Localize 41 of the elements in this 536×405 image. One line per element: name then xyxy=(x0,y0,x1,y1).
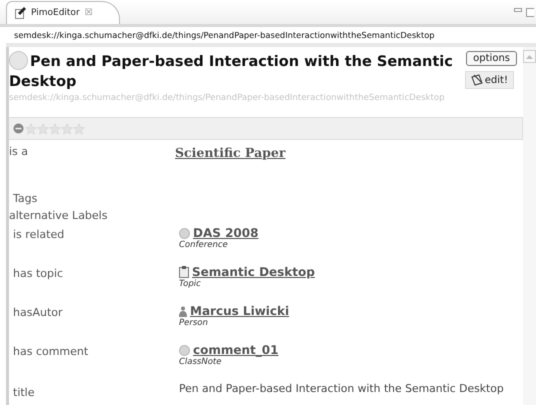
resource-type: Topic xyxy=(179,279,202,289)
pen-icon xyxy=(15,7,26,19)
close-icon[interactable]: ☒ xyxy=(84,8,93,18)
resource-uri: semdesk://kinga.schumacher@dfki.de/things/PenandPaper-basedInteractionwiththeSemanticDesktop xyxy=(9,93,446,103)
options-button[interactable]: options xyxy=(466,51,517,66)
property-label: Tags xyxy=(13,192,38,205)
note-icon xyxy=(179,266,189,278)
edit-button[interactable]: edit! xyxy=(464,71,514,89)
property-label: is a xyxy=(9,145,30,158)
property-label: hasAutor xyxy=(12,305,64,319)
resource-link[interactable]: DAS 2008 xyxy=(193,226,258,240)
star-icon[interactable] xyxy=(61,122,73,134)
star-icon[interactable] xyxy=(73,122,85,134)
resource-link[interactable]: Marcus Liwicki xyxy=(190,304,290,318)
editor-tab[interactable]: PimoEditor ☒ xyxy=(6,1,120,24)
remove-icon[interactable] xyxy=(13,123,24,134)
resource-link[interactable]: Semantic Desktop xyxy=(192,265,315,279)
star-icon[interactable] xyxy=(25,122,37,134)
circle-icon xyxy=(9,51,28,70)
property-label: has topic xyxy=(12,266,64,280)
page-title: Pen and Paper-based Interaction with the Semantic Desktop xyxy=(9,51,455,92)
person-icon xyxy=(179,306,187,316)
property-label: alternative Labels xyxy=(9,209,108,222)
resource-type: Conference xyxy=(179,240,229,250)
circle-icon xyxy=(179,344,190,356)
maximize-icon[interactable] xyxy=(526,8,534,17)
property-value: Pen and Paper-based Interaction with the Semantic Desktop xyxy=(179,382,504,395)
minimize-icon[interactable] xyxy=(514,8,522,13)
property-label: is related xyxy=(12,227,66,241)
address-text: semdesk://kinga.schumacher@dfki.de/things/PenandPaper-basedInteractionwiththeSemanticDesktop xyxy=(6,27,536,47)
property-label: has comment xyxy=(12,344,90,358)
star-icon[interactable] xyxy=(37,122,49,134)
resource-link[interactable]: comment_01 xyxy=(193,343,278,357)
resource-type: Person xyxy=(179,318,209,328)
resource-type: ClassNote xyxy=(179,357,222,367)
type-link[interactable]: Scientific Paper xyxy=(175,145,286,160)
star-icon[interactable] xyxy=(49,122,61,134)
circle-icon xyxy=(179,228,190,238)
pencil-icon xyxy=(470,74,483,86)
property-label: title xyxy=(12,385,36,399)
scroll-up-icon[interactable] xyxy=(523,50,536,63)
